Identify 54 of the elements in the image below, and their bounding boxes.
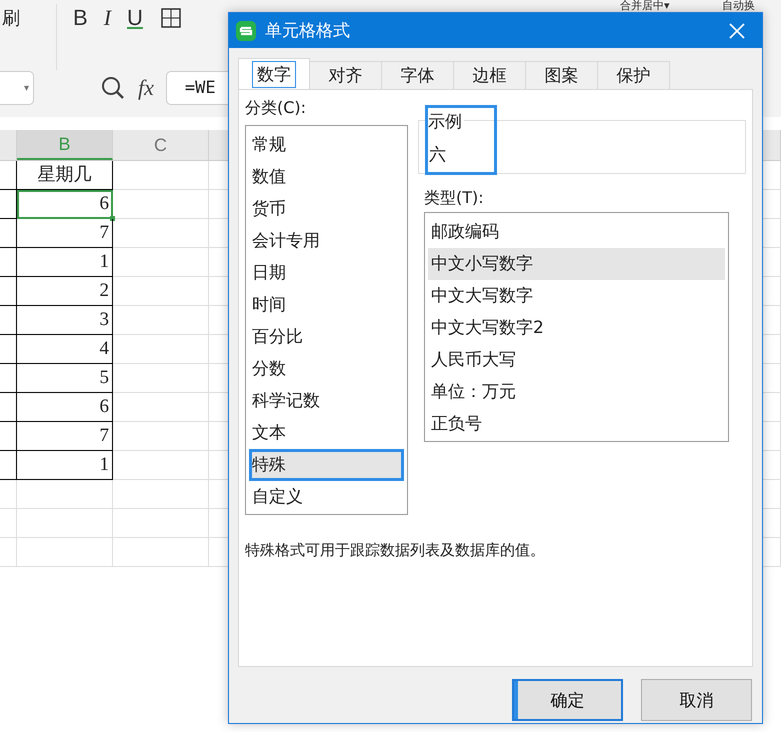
category-item[interactable]: 时间 bbox=[249, 289, 404, 321]
column-header[interactable]: C bbox=[113, 130, 209, 160]
bold-button[interactable]: B bbox=[73, 5, 88, 31]
category-item[interactable]: 特殊 bbox=[249, 449, 404, 481]
merge-center-button[interactable]: 合并居中▾ bbox=[620, 0, 670, 11]
toolbar-label: 刷 bbox=[2, 7, 20, 30]
type-item[interactable]: 单位：万元 bbox=[428, 376, 725, 408]
category-item[interactable]: 分数 bbox=[249, 353, 404, 385]
table-cell: 7 bbox=[17, 422, 113, 451]
table-cell: 1 bbox=[17, 248, 113, 277]
borders-icon[interactable] bbox=[158, 6, 183, 30]
table-cell: 6 bbox=[17, 190, 113, 219]
category-list[interactable]: 常规 数值 货币 会计专用 日期 时间 百分比 分数 科学记数 文本 特殊 自定义 bbox=[245, 125, 408, 515]
category-item[interactable]: 科学记数 bbox=[249, 385, 404, 417]
close-icon[interactable] bbox=[728, 22, 746, 40]
table-cell: 5 bbox=[17, 364, 113, 393]
table-cell: 1 bbox=[17, 451, 113, 480]
zoom-icon[interactable] bbox=[100, 75, 126, 101]
app-logo-icon bbox=[235, 20, 257, 42]
name-box[interactable]: ▾ bbox=[0, 71, 34, 105]
tab[interactable]: 保护 bbox=[597, 61, 670, 89]
type-item[interactable]: 中文小写数字 bbox=[428, 248, 725, 280]
category-label: 分类(C): bbox=[245, 98, 308, 119]
table-cell: 3 bbox=[17, 306, 113, 335]
description-text: 特殊格式可用于跟踪数据列表及数据库的值。 bbox=[245, 541, 546, 560]
function-icon[interactable]: fx bbox=[138, 75, 154, 101]
type-item[interactable]: 中文大写数字2 bbox=[428, 312, 725, 344]
type-item[interactable]: 邮政编码 bbox=[428, 216, 725, 248]
table-cell: 4 bbox=[17, 335, 113, 364]
window-title: 单元格格式 bbox=[265, 20, 351, 42]
sample-value: 六 bbox=[429, 144, 446, 166]
category-item[interactable]: 百分比 bbox=[249, 321, 404, 353]
category-item[interactable]: 文本 bbox=[249, 417, 404, 449]
type-item[interactable]: 中文大写数字 bbox=[428, 280, 725, 312]
type-list[interactable]: 邮政编码 中文小写数字 中文大写数字 中文大写数字2 人民币大写 单位：万元 正负号 bbox=[424, 212, 729, 442]
table-cell: 6 bbox=[17, 393, 113, 422]
category-item[interactable]: 货币 bbox=[249, 193, 404, 225]
tab[interactable]: 数字 bbox=[238, 58, 310, 89]
italic-button[interactable]: I bbox=[104, 5, 112, 31]
table-cell: 2 bbox=[17, 277, 113, 306]
type-item[interactable]: 人民币大写 bbox=[428, 344, 725, 376]
type-item[interactable]: 正负号 bbox=[428, 408, 725, 440]
category-item[interactable]: 日期 bbox=[249, 257, 404, 289]
dialog-button[interactable]: 取消 bbox=[641, 679, 752, 721]
category-item[interactable]: 数值 bbox=[249, 161, 404, 193]
category-item[interactable]: 会计专用 bbox=[249, 225, 404, 257]
underline-button[interactable]: U bbox=[127, 5, 143, 31]
type-label: 类型(T): bbox=[424, 188, 485, 209]
table-cell: 星期几 bbox=[17, 161, 113, 190]
wrap-text-button[interactable]: 自动换 bbox=[722, 0, 755, 11]
category-item[interactable]: 常规 bbox=[249, 129, 404, 161]
table-cell: 7 bbox=[17, 219, 113, 248]
category-item[interactable]: 自定义 bbox=[249, 481, 404, 513]
dialog-button[interactable]: 确定 bbox=[512, 679, 623, 721]
